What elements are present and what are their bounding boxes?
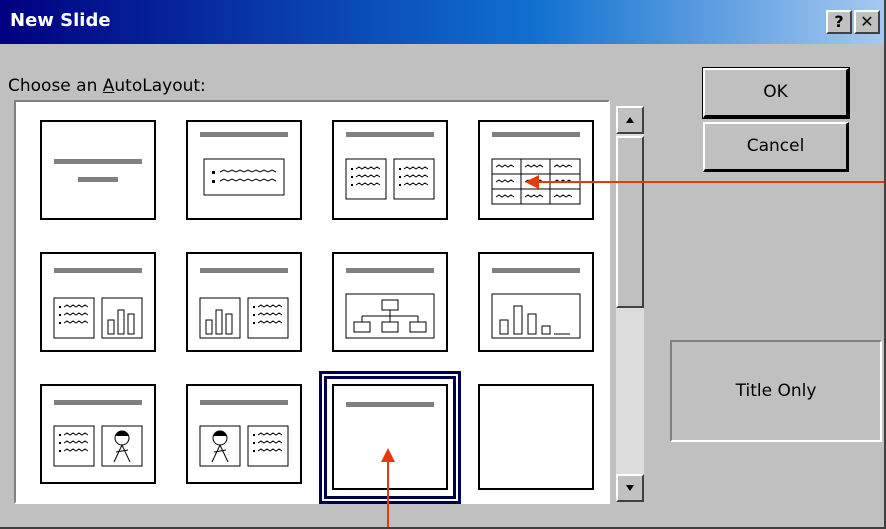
scroll-up-button[interactable] bbox=[616, 106, 644, 134]
layout-chart[interactable] bbox=[478, 252, 594, 352]
help-button[interactable]: ? bbox=[826, 10, 852, 34]
chart-text-layout-icon bbox=[199, 268, 289, 339]
clipart-text-layout-icon bbox=[199, 400, 289, 467]
annotation-arrow-table bbox=[525, 175, 886, 189]
layout-chart-text[interactable] bbox=[186, 252, 302, 352]
text-chart-layout-icon bbox=[53, 268, 143, 339]
layout-blank[interactable] bbox=[478, 384, 594, 490]
arrow-down-icon bbox=[626, 485, 634, 491]
two-column-text-layout-icon bbox=[345, 132, 435, 200]
blank-layout-icon bbox=[480, 386, 592, 488]
layout-text-chart[interactable] bbox=[40, 252, 156, 352]
layout-two-column-text[interactable] bbox=[332, 120, 448, 220]
layout-bulleted-list[interactable] bbox=[186, 120, 302, 220]
layout-clipart-text[interactable] bbox=[186, 384, 302, 484]
dialog-title: New Slide bbox=[10, 10, 111, 31]
help-icon: ? bbox=[834, 12, 844, 31]
title-bar[interactable]: New Slide ? ✕ bbox=[0, 0, 886, 44]
text-clipart-layout-icon bbox=[53, 400, 143, 467]
org-chart-layout-icon bbox=[345, 268, 435, 339]
arrow-up-icon bbox=[626, 117, 634, 123]
new-slide-dialog: New Slide ? ✕ Choose an AutoLayout: OK C… bbox=[0, 0, 886, 529]
choose-autolayout-label: Choose an AutoLayout: bbox=[8, 76, 206, 96]
annotation-arrow-title-only bbox=[381, 448, 395, 529]
layout-name-preview: Title Only bbox=[670, 340, 882, 442]
layout-org-chart[interactable] bbox=[332, 252, 448, 352]
close-button[interactable]: ✕ bbox=[854, 10, 880, 34]
layout-text-clipart[interactable] bbox=[40, 384, 156, 484]
chart-layout-icon bbox=[491, 268, 581, 339]
bulleted-list-layout-icon bbox=[200, 132, 288, 196]
scroll-down-button[interactable] bbox=[616, 474, 644, 502]
title-slide-layout-icon bbox=[54, 159, 142, 182]
close-icon: ✕ bbox=[860, 12, 874, 31]
ok-button[interactable]: OK bbox=[702, 67, 850, 119]
layout-title-slide[interactable] bbox=[40, 120, 156, 220]
